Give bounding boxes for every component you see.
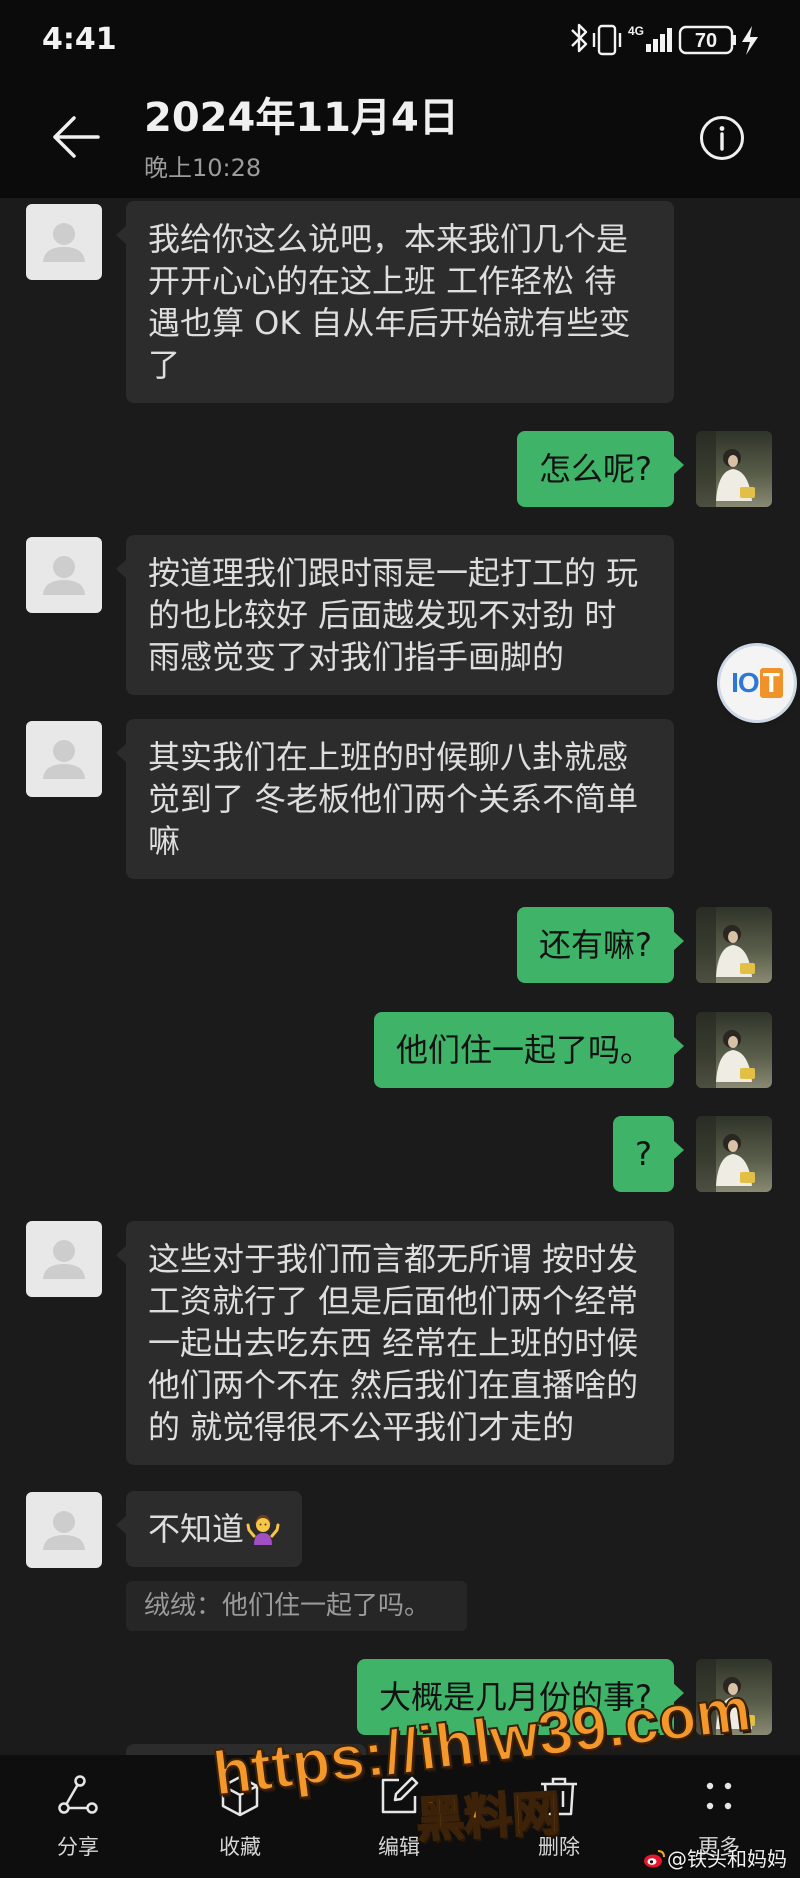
message-text-line: 雨感觉变了对我们指手画脚的 — [148, 638, 565, 676]
default-avatar-icon — [26, 537, 102, 613]
message-bubble-received[interactable]: 其实我们在上班的时候聊八卦就感 觉到了 冬老板他们两个关系不简单 嘛 — [116, 719, 674, 879]
quoted-reply[interactable]: 绒绒：他们住一起了吗。 — [126, 1581, 467, 1631]
message-text-line: 的也比较好 后面越发现不对劲 时 — [148, 596, 617, 634]
message-bubble-received[interactable]: 我给你这么说吧，本来我们几个是 开开心心的在这上班 工作轻松 待 遇也算 OK … — [116, 201, 674, 403]
my-avatar[interactable] — [696, 1116, 772, 1192]
battery-level: 70 — [695, 30, 717, 52]
bluetooth-icon — [571, 23, 588, 53]
page-subtitle: 晚上10:28 — [144, 154, 262, 182]
message-text-line: 他们两个不在 然后我们在直播啥的 — [148, 1366, 639, 1404]
message-text-line: 这些对于我们而言都无所谓 按时发 — [148, 1240, 639, 1278]
message-text-line: 工资就行了 但是后面他们两个经常 — [148, 1282, 639, 1320]
message-bubble-received[interactable]: 不知道 — [115, 1491, 303, 1567]
default-avatar-icon — [26, 721, 102, 797]
my-avatar[interactable] — [696, 907, 772, 983]
message-text-line: 开开心心的在这上班 工作轻松 待 — [148, 262, 617, 300]
message-bubble-sent[interactable]: ? — [613, 1116, 684, 1192]
network-type: 4G — [628, 24, 644, 38]
photo-avatar — [696, 1116, 772, 1192]
message-bubble-received[interactable]: 这些对于我们而言都无所谓 按时发 工资就行了 但是后面他们两个经常 一起出去吃东… — [116, 1221, 674, 1465]
share-button[interactable]: 分享 — [8, 1764, 148, 1870]
photo-avatar — [696, 907, 772, 983]
message-text-line: 觉到了 冬老板他们两个关系不简单 — [148, 780, 639, 818]
contact-avatar[interactable] — [26, 204, 102, 280]
default-avatar-icon — [26, 204, 102, 280]
contact-avatar[interactable] — [26, 537, 102, 613]
default-avatar-icon — [26, 1492, 102, 1568]
message-text-line: 不知道 — [148, 1510, 245, 1548]
message-text-line: 怎么呢? — [539, 450, 652, 488]
message-text-line: 他们住一起了吗。 — [395, 1031, 652, 1069]
charging-bolt-icon — [742, 26, 758, 55]
more-icon — [706, 1782, 732, 1810]
contact-avatar[interactable] — [26, 1221, 102, 1297]
person-shrugging-icon — [246, 1515, 280, 1545]
message-text-line: 按道理我们跟时雨是一起打工的 玩 — [148, 554, 639, 592]
message-bubble-received[interactable]: 按道理我们跟时雨是一起打工的 玩 的也比较好 后面越发现不对劲 时 雨感觉变了对… — [116, 535, 674, 695]
share-label: 分享 — [57, 1835, 99, 1859]
back-arrow-icon[interactable] — [50, 114, 102, 160]
photo-avatar — [696, 431, 772, 507]
message-text-line: 一起出去吃东西 经常在上班的时候 — [148, 1324, 639, 1362]
message-text-line: 遇也算 OK 自从年后开始就有些变 — [148, 304, 631, 342]
message-bubble-sent[interactable]: 还有嘛? — [517, 907, 684, 983]
message-text-line: ? — [635, 1135, 652, 1173]
weibo-handle: @铁头和妈妈 — [667, 1847, 787, 1871]
badge-text-a: IO — [731, 667, 760, 698]
message-text-line: 嘛 — [148, 822, 181, 860]
photo-avatar — [696, 1012, 772, 1088]
floating-iot-badge[interactable]: IO T — [720, 646, 794, 720]
weibo-watermark: @铁头和妈妈 — [643, 1846, 787, 1872]
info-icon[interactable] — [699, 115, 745, 161]
vibrate-icon — [592, 24, 622, 56]
battery-icon: 70 — [678, 25, 736, 55]
message-bubble-sent[interactable]: 他们住一起了吗。 — [373, 1012, 685, 1088]
message-text-line: 我给你这么说吧，本来我们几个是 — [148, 220, 629, 258]
my-avatar[interactable] — [696, 1012, 772, 1088]
default-avatar-icon — [26, 1221, 102, 1297]
signal-icon — [646, 28, 672, 52]
weibo-icon — [644, 1850, 665, 1868]
favorite-label: 收藏 — [219, 1835, 261, 1859]
page-title: 2024年11月4日 — [144, 95, 459, 141]
message-text-line: 的 就觉得很不公平我们才走的 — [148, 1408, 575, 1446]
status-icons: 4G 70 — [571, 23, 758, 56]
message-text-line: 还有嘛? — [539, 926, 652, 964]
message-text-line: 了 — [148, 346, 181, 384]
watermark-site: 黑料网 — [414, 1784, 563, 1849]
contact-avatar[interactable] — [26, 721, 102, 797]
badge-text-b: T — [759, 668, 783, 698]
message-bubble-sent[interactable]: 怎么呢? — [517, 431, 684, 507]
share-icon — [58, 1775, 98, 1814]
status-time: 4:41 — [42, 22, 117, 57]
contact-avatar[interactable] — [26, 1492, 102, 1568]
my-avatar[interactable] — [696, 431, 772, 507]
message-text-line: 其实我们在上班的时候聊八卦就感 — [148, 738, 629, 776]
